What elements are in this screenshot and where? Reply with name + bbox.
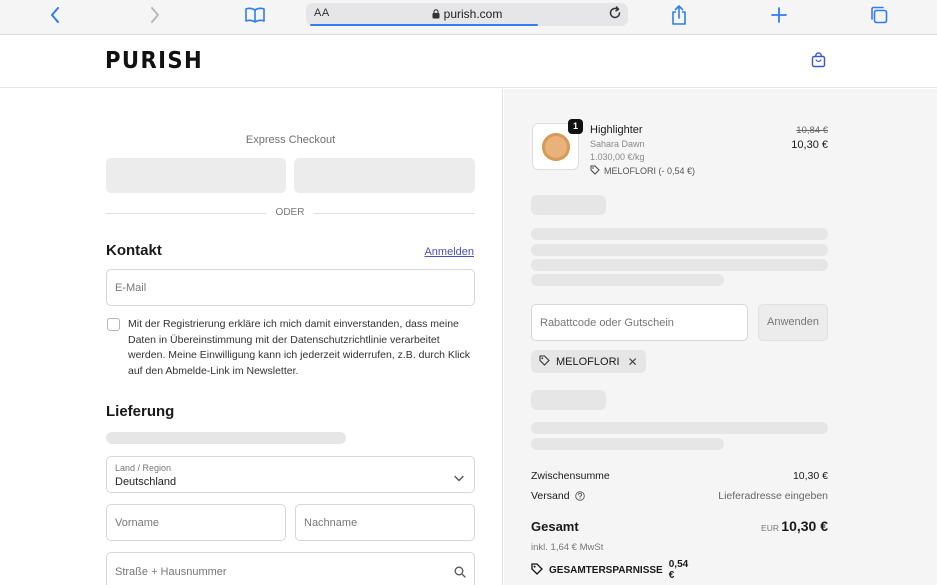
checkout-form-panel: Express Checkout ODER Kontakt Anmelden E…	[0, 89, 503, 585]
chevron-down-icon	[454, 469, 464, 487]
savings-label: GESAMTERSPARNISSE	[549, 564, 663, 576]
discount-code-input[interactable]: Rabattcode oder Gutschein	[531, 304, 748, 341]
page-load-progress	[310, 24, 538, 26]
email-placeholder: E-Mail	[115, 282, 147, 294]
shipping-label: Versand	[531, 490, 570, 502]
loading-placeholder	[531, 438, 724, 450]
total-currency: EUR	[761, 523, 779, 533]
savings-value: 0,54 €	[668, 559, 689, 581]
reload-icon[interactable]	[608, 6, 622, 25]
site-header: PURISH	[0, 35, 937, 88]
newsletter-consent-checkbox[interactable]	[107, 318, 120, 331]
subtotal-value: 10,30 €	[792, 470, 828, 482]
subtotal-row: Zwischensumme 10,30 €	[531, 470, 828, 482]
loading-placeholder	[531, 228, 828, 240]
product-image	[542, 133, 570, 161]
apply-discount-button[interactable]: Anwenden	[758, 304, 828, 341]
last-name-placeholder: Nachname	[304, 517, 358, 529]
total-value: 10,30 €	[781, 518, 828, 534]
loading-placeholder	[531, 244, 828, 256]
product-original-price: 10,84 €	[796, 125, 828, 136]
order-summary-panel: 1 Highlighter Sahara Dawn 1.030,00 €/kg …	[504, 89, 937, 585]
loading-placeholder	[531, 422, 828, 434]
url-text: purish.com	[443, 7, 503, 21]
tabs-overview-icon[interactable]	[869, 4, 889, 26]
last-name-field[interactable]: Nachname	[295, 504, 475, 541]
newsletter-consent-text: Mit der Registrierung erkläre ich mich d…	[128, 318, 470, 377]
tag-icon	[531, 562, 543, 578]
site-logo[interactable]: PURISH	[105, 48, 203, 74]
express-pay-button-1[interactable]	[106, 158, 286, 193]
discount-code-placeholder: Rabattcode oder Gutschein	[540, 317, 674, 329]
url-display[interactable]: purish.com	[306, 7, 628, 22]
quantity-badge: 1	[568, 119, 583, 134]
tag-icon	[590, 165, 600, 177]
loading-placeholder	[106, 432, 346, 444]
total-label: Gesamt	[531, 519, 579, 534]
divider-line-right	[314, 213, 475, 214]
total-savings: GESAMTERSPARNISSE 0,54 €	[531, 559, 691, 581]
divider-line-left	[106, 213, 266, 214]
shopping-bag-icon[interactable]	[811, 52, 826, 73]
country-label: Land / Region	[115, 463, 172, 473]
delivery-title: Lieferung	[106, 403, 175, 420]
product-discount-text: MELOFLORI (- 0,54 €)	[604, 166, 696, 176]
loading-placeholder	[531, 259, 828, 271]
product-variant: Sahara Dawn	[590, 139, 645, 149]
search-icon	[454, 565, 466, 583]
divider-text: ODER	[275, 207, 305, 218]
bookmarks-icon[interactable]	[244, 4, 266, 26]
browser-toolbar: AA purish.com	[0, 0, 937, 35]
subtotal-label: Zwischensumme	[531, 470, 610, 482]
loading-placeholder	[531, 195, 606, 215]
country-select[interactable]: Land / Region Deutschland	[106, 456, 475, 493]
country-value: Deutschland	[115, 476, 177, 488]
street-field[interactable]: Straße + Hausnummer	[106, 552, 475, 585]
address-bar[interactable]: AA purish.com	[306, 3, 628, 26]
forward-icon[interactable]	[146, 4, 164, 26]
street-placeholder: Straße + Hausnummer	[115, 566, 227, 578]
login-link[interactable]: Anmelden	[424, 246, 474, 258]
help-icon[interactable]	[575, 491, 586, 504]
email-field[interactable]: E-Mail	[106, 269, 475, 306]
back-icon[interactable]	[46, 4, 64, 26]
loading-placeholder	[531, 274, 724, 286]
tag-icon	[539, 354, 550, 369]
product-discount: MELOFLORI (- 0,54 €)	[590, 165, 695, 177]
product-name: Highlighter	[590, 124, 643, 136]
remove-discount-icon[interactable]: ✕	[628, 355, 638, 369]
express-pay-button-2[interactable]	[294, 158, 475, 193]
first-name-field[interactable]: Vorname	[106, 504, 286, 541]
applied-discount-chip: MELOFLORI ✕	[531, 350, 646, 373]
express-checkout-title: Express Checkout	[245, 134, 336, 146]
new-tab-icon[interactable]	[769, 4, 789, 26]
shipping-value: Lieferadresse eingeben	[718, 490, 828, 502]
product-unit-price: 1.030,00 €/kg	[590, 152, 645, 162]
product-price: 10,30 €	[791, 139, 828, 151]
shipping-row: Versand Lieferadresse eingeben	[531, 490, 828, 504]
applied-discount-code: MELOFLORI	[556, 355, 620, 368]
lock-icon	[432, 8, 440, 22]
first-name-placeholder: Vorname	[115, 517, 160, 529]
contact-title: Kontakt	[106, 242, 162, 259]
loading-placeholder	[531, 390, 606, 410]
tax-note: inkl. 1,64 € MwSt	[531, 542, 604, 553]
share-icon[interactable]	[669, 4, 689, 26]
